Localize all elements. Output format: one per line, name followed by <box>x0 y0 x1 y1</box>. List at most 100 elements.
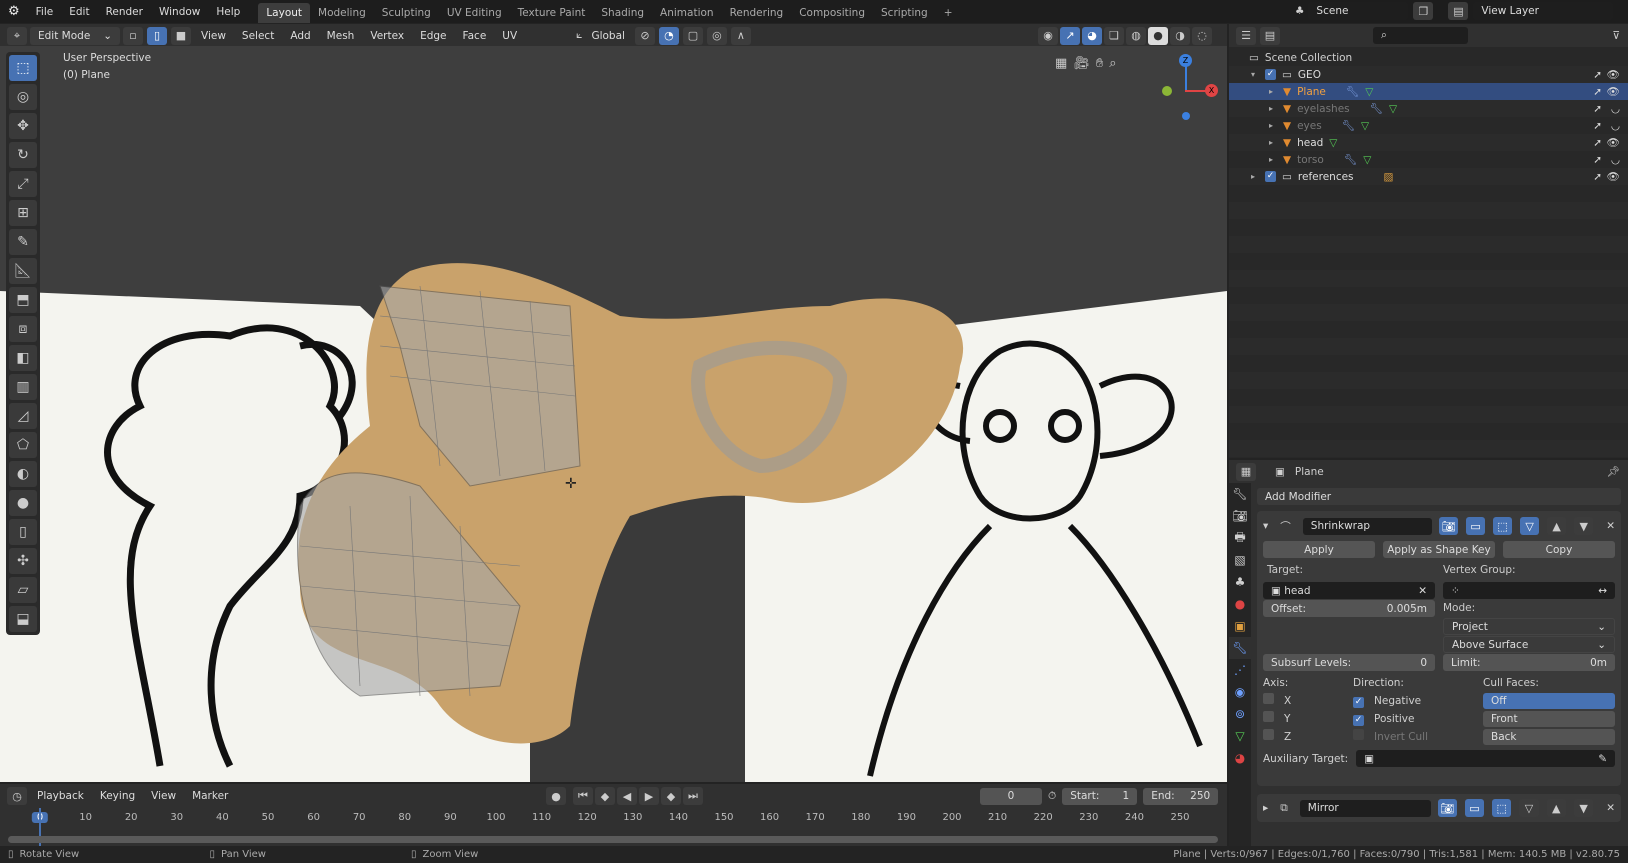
pan-hand-icon[interactable]: ✋︎ <box>1096 56 1103 71</box>
menu-mesh[interactable]: Mesh <box>320 28 362 44</box>
selectable-icon[interactable]: ➚ <box>1593 120 1602 132</box>
outliner-row-GEO[interactable]: ▾ ✓ ▭ GEO ➚ 👁︎ <box>1229 66 1628 83</box>
tab-rendering[interactable]: Rendering <box>722 3 792 23</box>
filter-icon[interactable]: ⊽ <box>1612 30 1628 42</box>
outliner-row-torso[interactable]: ▸ ▼ torso 🔧︎ ▽ ➚ ◡ <box>1229 151 1628 168</box>
editmode-toggle-icon[interactable]: ⬚ <box>1493 517 1513 535</box>
tab-compositing[interactable]: Compositing <box>791 3 873 23</box>
eye-icon[interactable]: 👁︎ <box>1607 68 1620 81</box>
edge-slide-tool-icon[interactable]: ▯ <box>9 519 37 545</box>
selectable-icon[interactable]: ➚ <box>1593 137 1602 149</box>
tab-shading[interactable]: Shading <box>593 3 652 23</box>
render-toggle-icon[interactable]: 📷︎ <box>1439 517 1459 535</box>
constraints-tab-icon[interactable]: ⊚ <box>1229 703 1251 725</box>
knife-tool-icon[interactable]: ◿ <box>9 403 37 429</box>
face-select-icon[interactable]: ■ <box>171 26 191 45</box>
outliner-editor-icon[interactable]: ☰ <box>1236 26 1256 45</box>
cage-toggle-icon[interactable]: ▽ <box>1519 799 1539 817</box>
blender-logo-icon[interactable]: ⚙ <box>0 4 28 19</box>
edge-select-icon[interactable]: ▯ <box>147 26 167 45</box>
spin-tool-icon[interactable]: ◐ <box>9 461 37 487</box>
outliner-row-Plane[interactable]: ▸ ▼ Plane 🔧︎ ▽ ➚ 👁︎ <box>1229 83 1628 100</box>
render-toggle-icon[interactable]: 📷︎ <box>1437 799 1457 817</box>
proportional-edit-icon[interactable]: ◎ <box>706 26 727 45</box>
smooth-tool-icon[interactable]: ● <box>9 490 37 516</box>
add-workspace-button[interactable]: + <box>936 3 961 23</box>
solid-shading-icon[interactable]: ● <box>1148 26 1168 45</box>
expand-icon[interactable]: ▸ <box>1269 104 1283 113</box>
orientation-dropdown[interactable]: Global <box>584 28 632 44</box>
expand-icon[interactable]: ▸ <box>1269 87 1283 96</box>
mesh-data-icon[interactable]: ▽ <box>1389 103 1397 115</box>
negative-checkbox[interactable]: ✓ Negative <box>1353 693 1483 710</box>
menu-face[interactable]: Face <box>456 28 494 44</box>
snap-target-icon[interactable]: ▢ <box>682 26 703 45</box>
invert-cull-checkbox[interactable]: Invert Cull <box>1353 729 1483 746</box>
view-layer-icon[interactable]: ▤ <box>1448 2 1469 20</box>
expand-icon[interactable]: ▸ <box>1251 172 1265 181</box>
tab-animation[interactable]: Animation <box>652 3 722 23</box>
new-scene-icon[interactable]: ❐ <box>1413 2 1434 20</box>
measure-tool-icon[interactable]: 📐︎ <box>9 258 37 284</box>
cage-toggle-icon[interactable]: ▽ <box>1520 517 1540 535</box>
menu-edit[interactable]: Edit <box>61 6 97 18</box>
target-field[interactable]: ▣ head ✕ <box>1263 582 1435 599</box>
axis-y-checkbox[interactable]: Y <box>1263 711 1353 728</box>
modifier-name-input[interactable]: Shrinkwrap <box>1302 517 1433 535</box>
scene-tab-icon[interactable]: ♣ <box>1229 571 1251 593</box>
limit-field[interactable]: Limit: 0m <box>1443 654 1615 671</box>
loop-cut-tool-icon[interactable]: ▥ <box>9 374 37 400</box>
vertex-group-field[interactable]: ⁘ ↔ <box>1443 582 1615 599</box>
modifier-wrench-icon[interactable]: 🔧︎ <box>1344 153 1357 166</box>
data-tab-icon[interactable]: ▽ <box>1229 725 1251 747</box>
wireframe-shading-icon[interactable]: ◍ <box>1126 26 1146 45</box>
outliner-row-references[interactable]: ▸ ✓ ▭ references ▨ ➚ 👁︎ <box>1229 168 1628 185</box>
mode-dropdown[interactable]: Project ⌄ <box>1443 618 1615 635</box>
pin-icon[interactable]: 📌︎ <box>1607 465 1628 478</box>
tab-layout[interactable]: Layout <box>258 3 311 23</box>
add-modifier-dropdown[interactable]: Add Modifier <box>1257 488 1621 505</box>
remove-modifier-icon[interactable]: ✕ <box>1606 520 1615 532</box>
collapse-icon[interactable]: ▾ <box>1263 520 1268 532</box>
falloff-icon[interactable]: ∧ <box>730 26 751 45</box>
mirror-name-input[interactable]: Mirror <box>1299 799 1431 817</box>
menu-file[interactable]: File <box>28 6 62 18</box>
eye-icon[interactable]: 👁︎ <box>1607 170 1620 183</box>
outliner-row-head[interactable]: ▸ ▼ head ▽ ➚ 👁︎ <box>1229 134 1628 151</box>
view-layer-tab-icon[interactable]: ▧ <box>1229 549 1251 571</box>
select-box-tool-icon[interactable]: ⬚ <box>9 55 37 81</box>
mesh-data-icon[interactable]: ▽ <box>1365 86 1373 98</box>
eye-icon[interactable]: 👁︎ <box>1607 136 1620 149</box>
axis-x-checkbox[interactable]: X <box>1263 693 1353 710</box>
overlay-icon[interactable]: ◕ <box>1082 26 1102 45</box>
vertex-select-icon[interactable]: ▫ <box>123 26 143 45</box>
poly-build-tool-icon[interactable]: ⬠ <box>9 432 37 458</box>
exclude-checkbox[interactable]: ✓ <box>1265 69 1276 80</box>
auxiliary-target-field[interactable]: ▣ ✎ <box>1356 750 1615 767</box>
bevel-tool-icon[interactable]: ◧ <box>9 345 37 371</box>
physics-tab-icon[interactable]: ◉ <box>1229 681 1251 703</box>
menu-render[interactable]: Render <box>98 6 151 18</box>
visibility-icon[interactable]: ◉ <box>1038 26 1058 45</box>
selectable-icon[interactable]: ➚ <box>1593 69 1602 81</box>
clear-target-icon[interactable]: ✕ <box>1418 585 1427 597</box>
outliner-row-eyes[interactable]: ▸ ▼ eyes 🔧︎ ▽ ➚ ◡ <box>1229 117 1628 134</box>
move-down-icon[interactable]: ▼ <box>1574 517 1594 535</box>
expand-icon[interactable]: ▸ <box>1263 802 1268 814</box>
cull-front-option[interactable]: Front <box>1483 711 1615 727</box>
surface-dropdown[interactable]: Above Surface ⌄ <box>1443 636 1615 653</box>
scene-field[interactable]: Scene <box>1308 2 1409 20</box>
selectable-icon[interactable]: ➚ <box>1593 86 1602 98</box>
material-tab-icon[interactable]: ◕ <box>1229 747 1251 769</box>
gizmo-icon[interactable]: ↗ <box>1060 26 1080 45</box>
menu-window[interactable]: Window <box>151 6 208 18</box>
eye-closed-icon[interactable]: ◡ <box>1611 103 1620 115</box>
camera-view-icon[interactable]: 🎥︎ <box>1073 56 1090 71</box>
output-tab-icon[interactable]: 🖶︎ <box>1229 527 1251 549</box>
apply-shape-key-button[interactable]: Apply as Shape Key <box>1383 541 1495 558</box>
display-mode-icon[interactable]: ▤ <box>1260 26 1280 45</box>
viewport-toggle-icon[interactable]: ▭ <box>1464 799 1485 817</box>
expand-icon[interactable]: ▸ <box>1269 121 1283 130</box>
modifier-wrench-icon[interactable]: 🔧︎ <box>1342 119 1355 132</box>
outliner-search-input[interactable]: ⌕ <box>1373 27 1468 44</box>
